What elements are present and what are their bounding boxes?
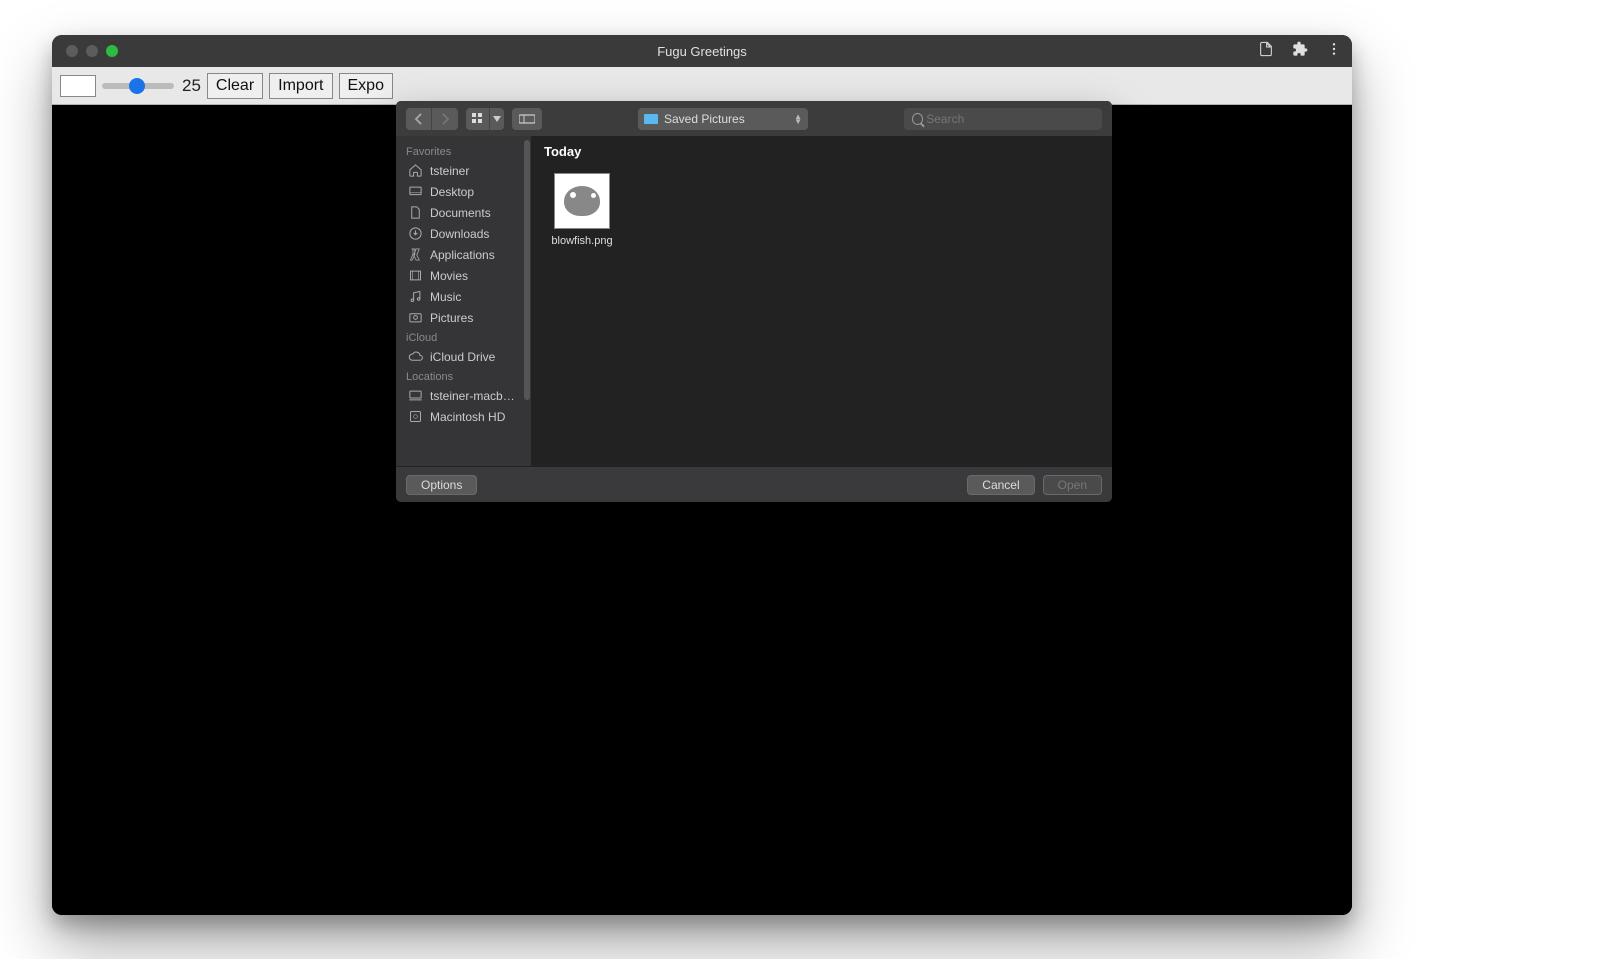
menu-dots-icon[interactable] — [1326, 41, 1342, 62]
sidebar-item-applications[interactable]: Applications — [396, 244, 531, 265]
locations-header: Locations — [396, 367, 531, 385]
sidebar-item-downloads[interactable]: Downloads — [396, 223, 531, 244]
sidebar-item-label: Macintosh HD — [430, 410, 505, 424]
sidebar-item-pictures[interactable]: Pictures — [396, 307, 531, 328]
view-dropdown-button[interactable] — [490, 108, 504, 130]
options-button[interactable]: Options — [406, 475, 477, 495]
slider-thumb[interactable] — [129, 78, 145, 94]
file-grid: blowfish.png — [532, 163, 1112, 257]
sidebar-item-label: Downloads — [430, 227, 489, 241]
export-button[interactable]: Expo — [339, 73, 393, 99]
sidebar-item-computer[interactable]: tsteiner-macb… — [396, 385, 531, 406]
import-button[interactable]: Import — [269, 73, 332, 99]
icloud-header: iCloud — [396, 328, 531, 346]
titlebar-actions — [1258, 41, 1342, 62]
color-swatch[interactable] — [60, 75, 96, 97]
file-name: blowfish.png — [546, 235, 618, 247]
content-section-header: Today — [532, 136, 1112, 163]
dialog-footer: Options Cancel Open — [396, 466, 1112, 502]
sidebar-item-disk[interactable]: Macintosh HD — [396, 406, 531, 427]
sidebar-item-label: Movies — [430, 269, 468, 283]
window-title: Fugu Greetings — [52, 44, 1352, 59]
view-segment — [466, 108, 504, 130]
sidebar-item-home[interactable]: tsteiner — [396, 160, 531, 181]
back-button[interactable] — [406, 108, 432, 130]
sidebar-item-desktop[interactable]: Desktop — [396, 181, 531, 202]
sidebar-item-label: Applications — [430, 248, 495, 262]
traffic-lights — [52, 45, 118, 57]
document-icon[interactable] — [1258, 41, 1274, 62]
sidebar-item-label: iCloud Drive — [430, 350, 495, 364]
chevron-updown-icon: ▲▼ — [794, 114, 802, 124]
location-dropdown[interactable]: Saved Pictures ▲▼ — [638, 108, 808, 130]
close-window-button[interactable] — [66, 45, 78, 57]
open-button[interactable]: Open — [1043, 475, 1102, 495]
favorites-header: Favorites — [396, 142, 531, 160]
brush-size-slider[interactable] — [102, 83, 174, 89]
sidebar-item-icloud-drive[interactable]: iCloud Drive — [396, 346, 531, 367]
sidebar-item-label: tsteiner-macb… — [430, 389, 515, 403]
cancel-button[interactable]: Cancel — [967, 475, 1034, 495]
sidebar-item-label: Music — [430, 290, 461, 304]
file-open-dialog: Saved Pictures ▲▼ Favorites tsteiner Des… — [396, 101, 1112, 502]
file-item[interactable]: blowfish.png — [546, 173, 618, 247]
sidebar-item-label: Documents — [430, 206, 491, 220]
dialog-sidebar: Favorites tsteiner Desktop Documents Dow… — [396, 136, 532, 466]
dialog-body: Favorites tsteiner Desktop Documents Dow… — [396, 136, 1112, 466]
search-icon — [912, 113, 923, 125]
sidebar-item-music[interactable]: Music — [396, 286, 531, 307]
app-toolbar: 25 Clear Import Expo — [52, 67, 1352, 105]
dialog-content: Today blowfish.png — [532, 136, 1112, 466]
search-input[interactable] — [926, 112, 1094, 126]
slider-value: 25 — [182, 76, 201, 96]
forward-button[interactable] — [432, 108, 458, 130]
group-button[interactable] — [512, 108, 542, 130]
sidebar-item-label: Desktop — [430, 185, 474, 199]
search-field[interactable] — [904, 108, 1102, 130]
sidebar-item-movies[interactable]: Movies — [396, 265, 531, 286]
sidebar-scrollbar[interactable] — [524, 140, 530, 400]
extensions-icon[interactable] — [1292, 41, 1308, 62]
dialog-toolbar: Saved Pictures ▲▼ — [396, 101, 1112, 136]
folder-icon — [644, 114, 658, 124]
icon-view-button[interactable] — [466, 108, 490, 130]
sidebar-item-label: tsteiner — [430, 164, 469, 178]
file-thumbnail — [554, 173, 610, 229]
clear-button[interactable]: Clear — [207, 73, 263, 99]
nav-segment — [406, 108, 458, 130]
titlebar: Fugu Greetings — [52, 35, 1352, 67]
sidebar-item-documents[interactable]: Documents — [396, 202, 531, 223]
app-window: Fugu Greetings 25 Clear Import Expo — [52, 35, 1352, 915]
blowfish-icon — [564, 186, 600, 216]
sidebar-item-label: Pictures — [430, 311, 473, 325]
minimize-window-button[interactable] — [86, 45, 98, 57]
maximize-window-button[interactable] — [106, 45, 118, 57]
location-label: Saved Pictures — [664, 112, 745, 126]
